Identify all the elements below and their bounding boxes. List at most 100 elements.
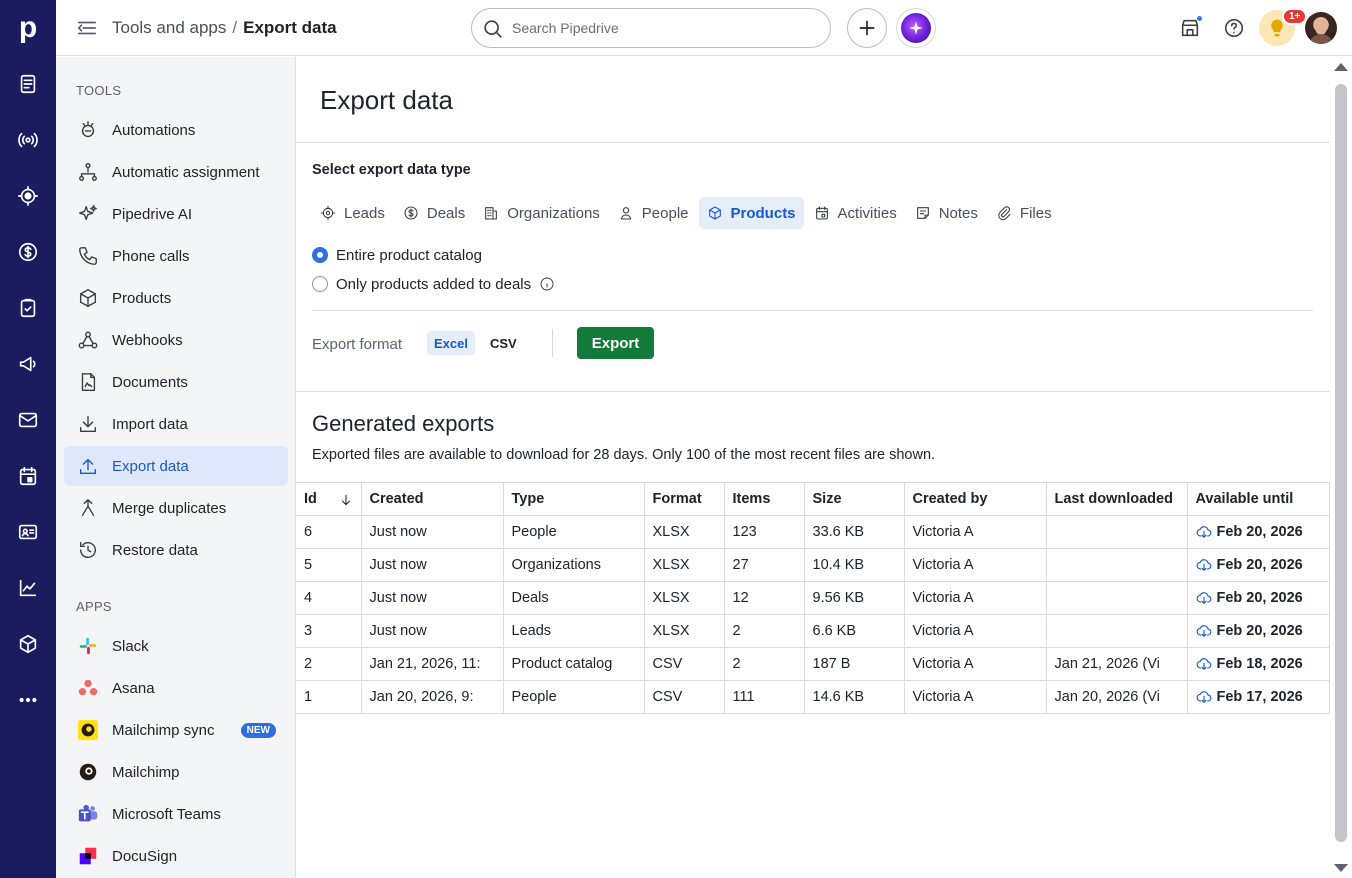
column-header-type[interactable]: Type: [502, 482, 645, 516]
radio-unselected[interactable]: [312, 276, 328, 292]
cell-available-until[interactable]: Feb 20, 2026: [1186, 581, 1330, 615]
tab-people[interactable]: People: [610, 197, 697, 229]
table-row[interactable]: 3 Just now Leads XLSX 2 6.6 KB Victoria A Feb 2…: [296, 614, 1330, 648]
cell-type: Organizations: [502, 548, 645, 582]
user-avatar[interactable]: [1305, 12, 1337, 44]
search-box[interactable]: [471, 8, 831, 48]
help-icon[interactable]: [1220, 14, 1248, 42]
activities-clipboard-icon[interactable]: [14, 294, 42, 322]
tab-deals[interactable]: Deals: [395, 197, 473, 229]
deals-dollar-icon[interactable]: [14, 238, 42, 266]
column-header-last-downloaded[interactable]: Last downloaded: [1045, 482, 1188, 516]
sidebar-item-slack[interactable]: Slack: [64, 626, 288, 666]
mail-icon[interactable]: [14, 406, 42, 434]
column-header-id[interactable]: Id: [296, 482, 362, 516]
sidebar-item-export-data[interactable]: Export data: [64, 446, 288, 486]
cell-size: 9.56 KB: [803, 581, 905, 615]
sidebar-item-webhooks[interactable]: Webhooks: [64, 320, 288, 360]
scroll-down-arrow-icon[interactable]: [1334, 864, 1348, 872]
table-row[interactable]: 1 Jan 20, 2026, 9: People CSV 111 14.6 KB Vict…: [296, 680, 1330, 714]
available-until-date: Feb 20, 2026: [1216, 524, 1303, 540]
sidebar-item-pipedrive-ai[interactable]: Pipedrive AI: [64, 194, 288, 234]
tab-files[interactable]: Files: [988, 197, 1060, 229]
sidebar-item-restore-data[interactable]: Restore data: [64, 530, 288, 570]
campaigns-megaphone-icon[interactable]: [14, 350, 42, 378]
apps-section-title: APPS: [76, 599, 112, 614]
document-icon: [76, 370, 100, 394]
sidebar-item-import-data[interactable]: Import data: [64, 404, 288, 444]
quick-add-button[interactable]: [847, 8, 887, 48]
ai-assistant-button[interactable]: [896, 8, 936, 48]
info-icon[interactable]: [539, 276, 555, 292]
cell-created-by: Victoria A: [903, 614, 1047, 648]
insights-chart-icon[interactable]: [14, 574, 42, 602]
download-link[interactable]: Feb 20, 2026: [1196, 623, 1321, 639]
export-button[interactable]: Export: [577, 327, 654, 359]
tab-organizations[interactable]: Organizations: [475, 197, 608, 229]
column-header-created-by[interactable]: Created by: [903, 482, 1047, 516]
download-link[interactable]: Feb 20, 2026: [1196, 524, 1321, 540]
download-link[interactable]: Feb 18, 2026: [1196, 656, 1321, 672]
sidebar-item-asana[interactable]: Asana: [64, 668, 288, 708]
available-until-date: Feb 20, 2026: [1216, 623, 1303, 639]
sidebar-item-microsoft-teams[interactable]: Microsoft Teams: [64, 794, 288, 834]
download-link[interactable]: Feb 17, 2026: [1196, 689, 1321, 705]
tab-notes[interactable]: Notes: [907, 197, 986, 229]
option-entire-catalog[interactable]: Entire product catalog: [312, 244, 482, 266]
breadcrumb-tools-and-apps[interactable]: Tools and apps: [112, 18, 226, 37]
search-input[interactable]: [512, 18, 812, 38]
cell-available-until[interactable]: Feb 17, 2026: [1186, 680, 1330, 714]
column-header-available-until[interactable]: Available until: [1186, 482, 1330, 516]
pipedrive-logo[interactable]: p: [0, 0, 56, 56]
asana-logo-icon: [76, 676, 100, 700]
sidebar-item-docusign[interactable]: DocuSign: [64, 836, 288, 876]
scrollbar-thumb[interactable]: [1335, 84, 1347, 842]
products-box-icon[interactable]: [14, 630, 42, 658]
page-scrollbar[interactable]: [1330, 57, 1352, 878]
table-row[interactable]: 6 Just now People XLSX 123 33.6 KB Victoria A F…: [296, 515, 1330, 549]
sidebar-item-documents[interactable]: Documents: [64, 362, 288, 402]
sidebar-item-mailchimp-sync[interactable]: Mailchimp sync NEW: [64, 710, 288, 750]
more-icon[interactable]: [14, 686, 42, 714]
sidebar-item-mailchimp[interactable]: Mailchimp: [64, 752, 288, 792]
sort-descending-icon[interactable]: [339, 493, 353, 507]
format-csv-button[interactable]: CSV: [483, 331, 524, 355]
calendar-icon[interactable]: [14, 462, 42, 490]
option-products-in-deals[interactable]: Only products added to deals: [312, 273, 555, 295]
column-header-created[interactable]: Created: [360, 482, 504, 516]
column-header-format[interactable]: Format: [643, 482, 725, 516]
download-link[interactable]: Feb 20, 2026: [1196, 590, 1321, 606]
sidebar-item-products[interactable]: Products: [64, 278, 288, 318]
cell-available-until[interactable]: Feb 20, 2026: [1186, 614, 1330, 648]
table-row[interactable]: 4 Just now Deals XLSX 12 9.56 KB Victoria A Feb…: [296, 581, 1330, 615]
table-row[interactable]: 2 Jan 21, 2026, 11: Product catalog CSV 2 187…: [296, 647, 1330, 681]
marketplace-icon[interactable]: [1176, 14, 1204, 42]
leads-target-icon[interactable]: [14, 182, 42, 210]
cell-available-until[interactable]: Feb 18, 2026: [1186, 647, 1330, 681]
cell-created-by: Victoria A: [903, 515, 1047, 549]
campaigns-broadcast-icon[interactable]: [14, 126, 42, 154]
scroll-up-arrow-icon[interactable]: [1334, 63, 1348, 71]
radio-selected[interactable]: [312, 247, 328, 263]
column-header-size[interactable]: Size: [803, 482, 905, 516]
sidebar-item-automatic-assignment[interactable]: Automatic assignment: [64, 152, 288, 192]
tab-leads[interactable]: Leads: [312, 197, 393, 229]
cloud-download-icon: [1196, 658, 1211, 670]
cell-available-until[interactable]: Feb 20, 2026: [1186, 548, 1330, 582]
sidebar-item-merge-duplicates[interactable]: Merge duplicates: [64, 488, 288, 528]
tab-activities[interactable]: Activities: [806, 197, 905, 229]
sidebar-item-automations[interactable]: Automations: [64, 110, 288, 150]
contacts-card-icon[interactable]: [14, 518, 42, 546]
sidebar-item-phone-calls[interactable]: Phone calls: [64, 236, 288, 276]
collapse-menu-icon[interactable]: [76, 17, 100, 39]
leads-inbox-icon[interactable]: [14, 70, 42, 98]
tab-label: Products: [730, 204, 796, 222]
column-header-items[interactable]: Items: [723, 482, 805, 516]
tools-sidebar: TOOLS Automations Automatic assignment P…: [56, 57, 296, 878]
format-excel-button[interactable]: Excel: [427, 331, 475, 355]
cloud-download-icon: [1196, 592, 1211, 604]
tab-products[interactable]: Products: [698, 197, 804, 229]
cell-available-until[interactable]: Feb 20, 2026: [1186, 515, 1330, 549]
table-row[interactable]: 5 Just now Organizations XLSX 27 10.4 KB Victo…: [296, 548, 1330, 582]
download-link[interactable]: Feb 20, 2026: [1196, 557, 1321, 573]
